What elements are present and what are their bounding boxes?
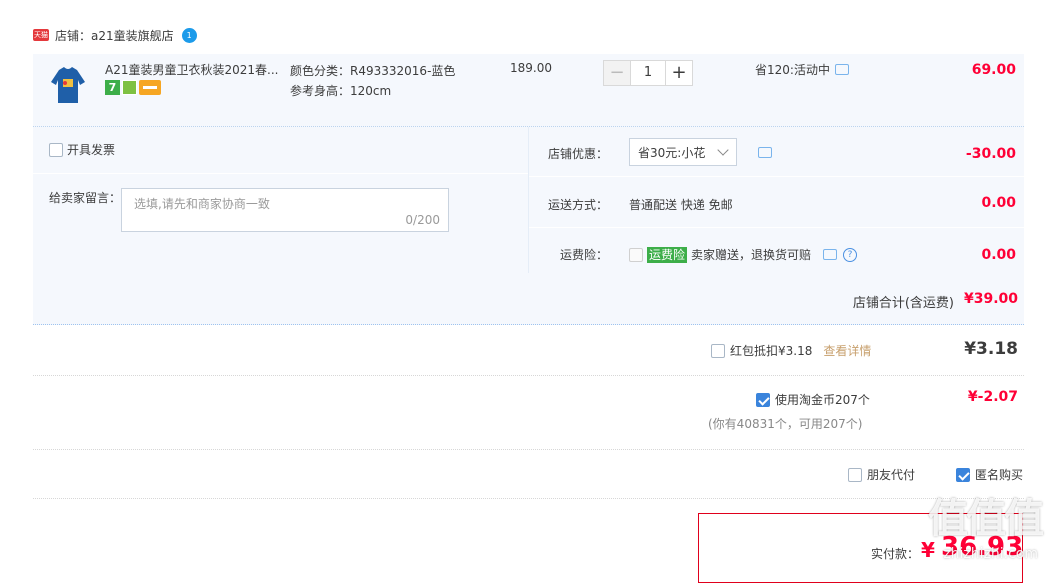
chevron-down-icon [717,144,729,156]
quantity-input[interactable]: 1 [631,60,665,86]
shipping-label: 运送方式： [547,198,608,212]
insurance-comment-icon[interactable] [823,249,838,260]
divider [33,449,1024,450]
sku-height-value: 120cm [350,84,392,98]
divider [33,375,1024,376]
payment-label: 实付款： [871,547,920,561]
coins-option[interactable]: 使用淘金币207个 [756,391,870,408]
anonymous-purchase-checkbox[interactable] [956,467,970,482]
shop-label: 店铺： [55,28,92,43]
insurance-label: 运费险： [559,248,608,262]
watermark-url: zhizhizhi.com [943,546,1038,562]
shipping-value: 0.00 [981,195,1016,211]
quantity-decrease-button[interactable]: − [603,60,631,86]
promo-comment-icon[interactable] [834,64,849,75]
coins-checkbox[interactable] [756,392,770,407]
product-title-link[interactable]: A21童装男童卫衣秋装2021春... [105,61,281,78]
product-thumbnail[interactable] [45,62,91,108]
promo-text: 省120:活动中 [755,63,830,77]
coupon-select[interactable]: 省30元:小花 [629,138,737,166]
invoice-label: 开具发票 [67,143,116,157]
shop-total-label: 店铺合计(含运费) [852,296,954,311]
invoice-checkbox[interactable] [49,142,63,157]
anonymous-purchase-option[interactable]: 匿名购买 [956,466,1023,483]
credit-card-icon [139,80,161,95]
coins-available-text: (你有40831个，可用207个) [708,417,863,431]
friend-pay-label: 朋友代付 [867,468,916,482]
insurance-text: 卖家赠送，退换货可赔 [691,248,812,262]
coupon-comment-icon[interactable] [758,147,772,158]
redpacket-detail-link[interactable]: 查看详情 [823,342,871,359]
friend-pay-option[interactable]: 朋友代付 [848,466,915,483]
sku-height-label: 参考身高： [290,84,351,98]
coins-value: ¥-2.07 [967,389,1018,405]
shipping-method: 普通配送 快递 免邮 [629,198,733,212]
service-badges: 7 [105,80,161,95]
insurance-option: 运费险 卖家赠送，退换货可赔 ? [629,246,858,263]
message-placeholder: 选填,请先和商家协商一致 [134,197,270,211]
redpacket-option[interactable]: 红包抵扣¥3.18 查看详情 [711,342,871,359]
order-options-left: 开具发票 给卖家留言： 选填,请先和商家协商一致 0/200 [33,127,528,273]
sku-color-value: R493332016-蓝色 [350,64,456,78]
coupon-selected-value: 省30元:小花 [638,145,706,160]
invoice-option[interactable]: 开具发票 [49,141,115,158]
shop-header: 天猫 店铺： a21童装旗舰店 1 [33,26,197,44]
message-char-counter: 0/200 [405,213,440,227]
friend-pay-checkbox[interactable] [848,467,862,482]
quantity-increase-button[interactable]: + [665,60,693,86]
redpacket-value: ¥3.18 [964,339,1018,359]
cart-item-row: A21童装男童卫衣秋装2021春... 7 颜色分类：R493332016-蓝色… [33,54,1024,127]
insurance-value: 0.00 [981,247,1016,263]
redpacket-label: 红包抵扣¥3.18 [730,344,813,358]
tmall-icon: 天猫 [33,29,49,41]
coins-label: 使用淘金币207个 [775,393,870,407]
watermark-logo: 值值值 [928,496,1044,542]
quantity-stepper: − 1 + [603,60,693,86]
sku-info: 颜色分类：R493332016-蓝色 参考身高：120cm [290,61,455,101]
shop-total-value: ¥39.00 [963,291,1018,307]
promo-note: 省120:活动中 [755,61,849,78]
unit-price: 189.00 [510,61,552,75]
chat-seller-icon[interactable]: 1 [181,27,197,43]
divider [33,498,1024,499]
coupon-value: -30.00 [965,146,1016,162]
help-icon[interactable]: ? [843,247,858,262]
shop-total-bar: 店铺合计(含运费) ¥39.00 [33,273,1024,325]
anonymous-purchase-label: 匿名购买 [975,468,1024,482]
item-subtotal: 69.00 [971,62,1016,78]
message-label: 给卖家留言： [49,191,122,205]
seller-message-input[interactable]: 选填,请先和商家协商一致 0/200 [121,188,449,232]
sku-color-label: 颜色分类： [290,64,351,78]
order-options-right: 店铺优惠： 省30元:小花 -30.00 运送方式： 普通配送 快递 免邮 0.… [528,127,1024,273]
shop-name-link[interactable]: a21童装旗舰店 [91,27,174,44]
insurance-badge: 运费险 [647,246,688,263]
coupon-label: 店铺优惠： [547,147,608,161]
insurance-checkbox [629,247,643,262]
guarantee-icon [122,80,137,95]
seven-day-return-icon: 7 [105,80,120,95]
redpacket-checkbox[interactable] [711,343,725,358]
